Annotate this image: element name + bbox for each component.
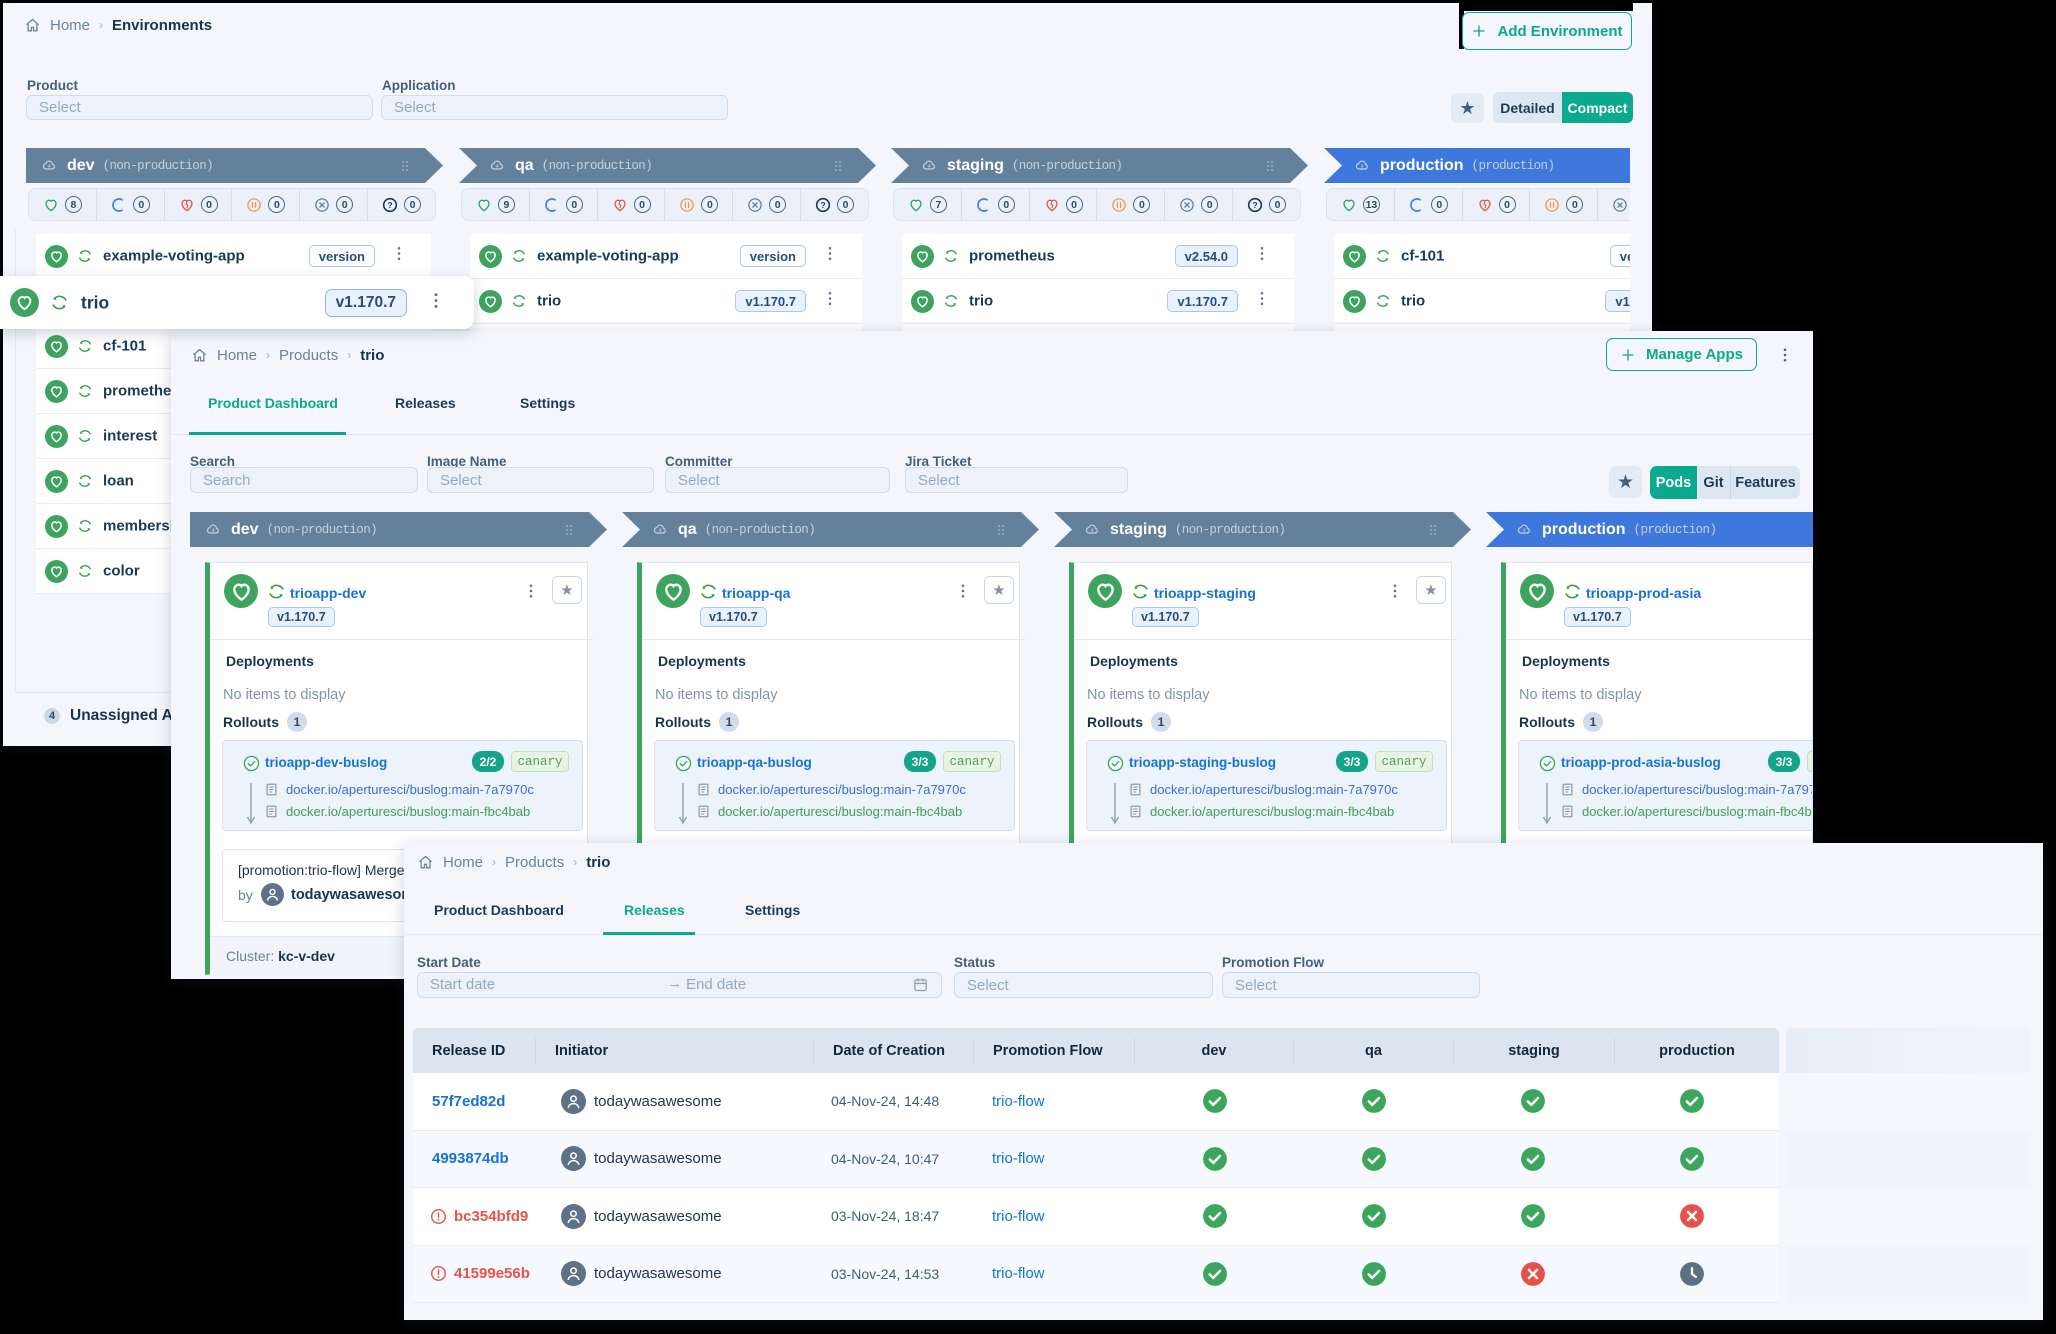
svg-text:?: ? bbox=[388, 199, 393, 209]
svg-text:?: ? bbox=[821, 199, 826, 209]
svg-text:?: ? bbox=[1253, 199, 1258, 209]
